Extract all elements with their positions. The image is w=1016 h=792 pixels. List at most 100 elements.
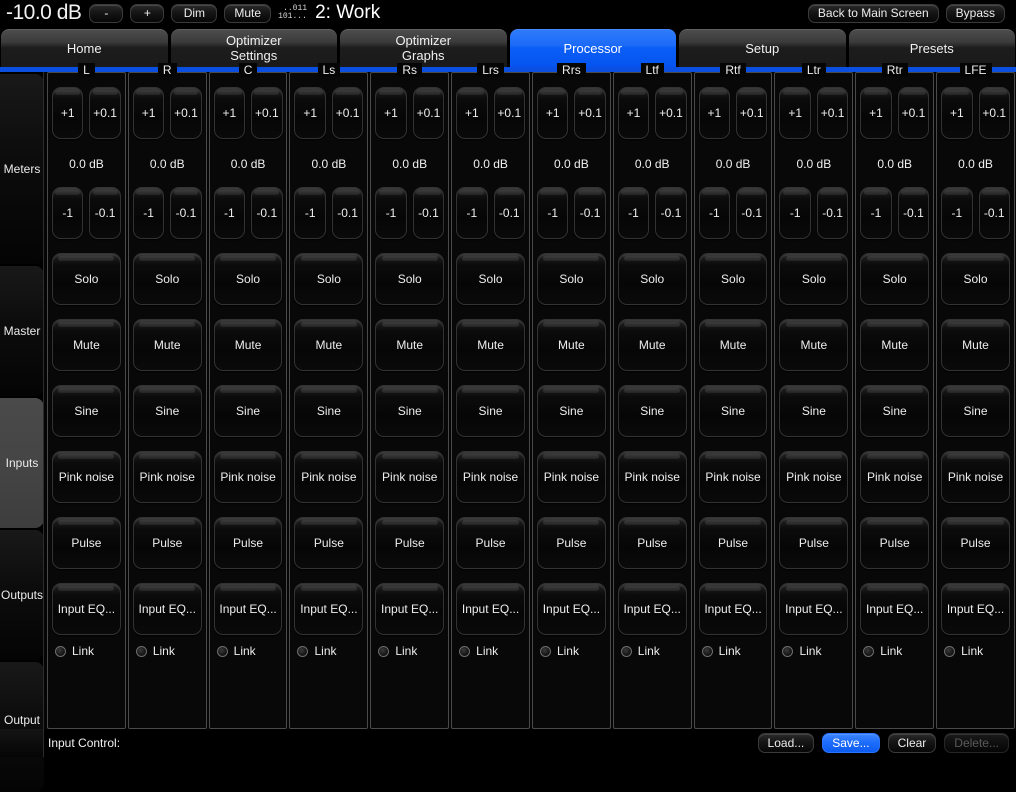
mute-button[interactable]: Mute — [617, 319, 687, 371]
link-radio-icon[interactable] — [216, 645, 228, 657]
pink-noise-button[interactable]: Pink noise — [779, 451, 849, 503]
input-eq-button[interactable]: Input EQ... — [779, 583, 849, 635]
tab-presets[interactable]: Presets — [848, 29, 1015, 67]
pink-noise-button[interactable]: Pink noise — [132, 451, 202, 503]
solo-button[interactable]: Solo — [52, 253, 121, 305]
bypass-button[interactable]: Bypass — [945, 3, 1005, 23]
solo-button[interactable]: Solo — [456, 253, 525, 305]
sidebar-item-inputs[interactable]: Inputs — [0, 398, 44, 528]
pink-noise-button[interactable]: Pink noise — [294, 451, 364, 503]
gain-minus-0point1-button[interactable]: -0.1 — [978, 187, 1010, 239]
mute-button[interactable]: Mute — [132, 319, 202, 371]
link-toggle[interactable]: Link — [618, 643, 687, 659]
solo-button[interactable]: Solo — [213, 253, 283, 305]
link-radio-icon[interactable] — [378, 645, 390, 657]
link-toggle[interactable]: Link — [779, 643, 848, 659]
clear-button[interactable]: Clear — [887, 733, 937, 753]
gain-plus-1-button[interactable]: +1 — [456, 87, 488, 139]
gain-plus-0point1-button[interactable]: +0.1 — [816, 87, 849, 139]
link-toggle[interactable]: Link — [52, 643, 121, 659]
load-button[interactable]: Load... — [757, 733, 815, 753]
sine-button[interactable]: Sine — [698, 385, 768, 437]
gain-minus-0point1-button[interactable]: -0.1 — [412, 187, 445, 239]
pulse-button[interactable]: Pulse — [698, 517, 768, 569]
gain-plus-0point1-button[interactable]: +0.1 — [574, 87, 606, 139]
pulse-button[interactable]: Pulse — [213, 517, 283, 569]
volume-decrement-button[interactable]: - — [89, 3, 124, 23]
mute-button[interactable]: Mute — [213, 319, 283, 371]
gain-minus-1-button[interactable]: -1 — [779, 187, 811, 239]
gain-minus-0point1-button[interactable]: -0.1 — [170, 187, 202, 239]
gain-plus-0point1-button[interactable]: +0.1 — [412, 87, 445, 139]
pulse-button[interactable]: Pulse — [456, 517, 525, 569]
tab-optimizer-settings[interactable]: Optimizer Settings — [170, 29, 337, 67]
pulse-button[interactable]: Pulse — [52, 517, 121, 569]
sidebar-item-output-delays[interactable]: OutputDelays — [0, 662, 44, 792]
gain-plus-0point1-button[interactable]: +0.1 — [978, 87, 1010, 139]
input-eq-button[interactable]: Input EQ... — [52, 583, 121, 635]
tab-setup[interactable]: Setup — [679, 29, 846, 67]
gain-minus-1-button[interactable]: -1 — [294, 187, 326, 239]
back-to-main-screen-button[interactable]: Back to Main Screen — [807, 3, 939, 23]
link-toggle[interactable]: Link — [456, 643, 525, 659]
mute-button[interactable]: Mute — [224, 3, 272, 23]
sidebar-item-outputs[interactable]: Outputs — [0, 530, 44, 660]
sine-button[interactable]: Sine — [779, 385, 849, 437]
gain-plus-1-button[interactable]: +1 — [132, 87, 165, 139]
gain-minus-0point1-button[interactable]: -0.1 — [251, 187, 283, 239]
link-radio-icon[interactable] — [620, 645, 632, 657]
link-radio-icon[interactable] — [944, 645, 956, 657]
gain-plus-1-button[interactable]: +1 — [52, 87, 84, 139]
gain-minus-0point1-button[interactable]: -0.1 — [816, 187, 849, 239]
pulse-button[interactable]: Pulse — [617, 517, 687, 569]
solo-button[interactable]: Solo — [779, 253, 849, 305]
link-toggle[interactable]: Link — [133, 643, 202, 659]
gain-plus-1-button[interactable]: +1 — [213, 87, 246, 139]
gain-plus-1-button[interactable]: +1 — [536, 87, 569, 139]
link-radio-icon[interactable] — [701, 645, 713, 657]
link-toggle[interactable]: Link — [375, 643, 444, 659]
mute-button[interactable]: Mute — [52, 319, 121, 371]
sine-button[interactable]: Sine — [941, 385, 1010, 437]
gain-minus-1-button[interactable]: -1 — [698, 187, 731, 239]
solo-button[interactable]: Solo — [860, 253, 930, 305]
gain-minus-1-button[interactable]: -1 — [941, 187, 973, 239]
gain-plus-0point1-button[interactable]: +0.1 — [655, 87, 687, 139]
link-toggle[interactable]: Link — [941, 643, 1010, 659]
gain-plus-0point1-button[interactable]: +0.1 — [736, 87, 768, 139]
sine-button[interactable]: Sine — [536, 385, 606, 437]
gain-minus-0point1-button[interactable]: -0.1 — [736, 187, 768, 239]
sine-button[interactable]: Sine — [617, 385, 687, 437]
tab-optimizer-graphs[interactable]: Optimizer Graphs — [340, 29, 507, 67]
link-radio-icon[interactable] — [55, 645, 66, 657]
pink-noise-button[interactable]: Pink noise — [860, 451, 930, 503]
link-toggle[interactable]: Link — [537, 643, 606, 659]
gain-minus-1-button[interactable]: -1 — [536, 187, 569, 239]
sine-button[interactable]: Sine — [375, 385, 445, 437]
link-toggle[interactable]: Link — [294, 643, 363, 659]
gain-plus-1-button[interactable]: +1 — [294, 87, 326, 139]
link-radio-icon[interactable] — [459, 645, 471, 657]
pulse-button[interactable]: Pulse — [536, 517, 606, 569]
gain-minus-1-button[interactable]: -1 — [456, 187, 488, 239]
pink-noise-button[interactable]: Pink noise — [536, 451, 606, 503]
input-eq-button[interactable]: Input EQ... — [213, 583, 283, 635]
gain-plus-0point1-button[interactable]: +0.1 — [170, 87, 202, 139]
gain-plus-1-button[interactable]: +1 — [860, 87, 892, 139]
gain-plus-0point1-button[interactable]: +0.1 — [493, 87, 525, 139]
pink-noise-button[interactable]: Pink noise — [617, 451, 687, 503]
gain-minus-1-button[interactable]: -1 — [860, 187, 892, 239]
link-toggle[interactable]: Link — [214, 643, 283, 659]
gain-minus-1-button[interactable]: -1 — [52, 187, 84, 239]
sine-button[interactable]: Sine — [213, 385, 283, 437]
pulse-button[interactable]: Pulse — [860, 517, 930, 569]
tab-processor[interactable]: Processor — [509, 29, 676, 67]
volume-increment-button[interactable]: + — [130, 3, 165, 23]
gain-minus-0point1-button[interactable]: -0.1 — [89, 187, 121, 239]
mute-button[interactable]: Mute — [860, 319, 930, 371]
gain-plus-1-button[interactable]: +1 — [941, 87, 973, 139]
gain-plus-1-button[interactable]: +1 — [698, 87, 731, 139]
mute-button[interactable]: Mute — [294, 319, 364, 371]
pink-noise-button[interactable]: Pink noise — [941, 451, 1010, 503]
link-toggle[interactable]: Link — [699, 643, 768, 659]
